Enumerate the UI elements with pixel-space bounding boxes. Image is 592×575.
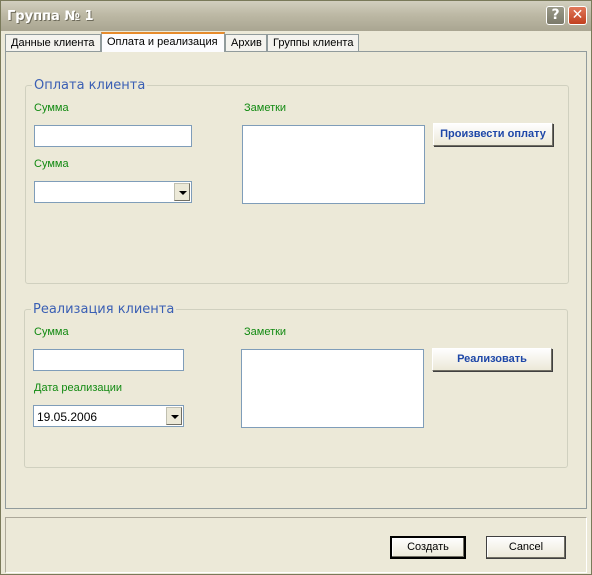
tab-panel-payment-realization: Оплата клиента Сумма Сумма Заметки Произ… [5,51,587,509]
payment-amount2-label: Сумма [34,158,69,170]
payment-amount2-dropdown[interactable] [34,181,192,203]
realization-date-label: Дата реализации [34,382,123,394]
payment-amount-label: Сумма [34,102,69,114]
close-button[interactable]: ✕ [568,6,587,25]
chevron-down-icon[interactable] [166,407,182,425]
payment-group-title: Оплата клиента [34,78,146,93]
realization-notes-label: Заметки [244,326,287,338]
tab-client-groups[interactable]: Группы клиента [267,34,359,51]
close-icon: ✕ [571,7,584,23]
realization-date-value: 19.05.2006 [37,410,98,424]
footer-panel: Создать Cancel [5,517,587,573]
payment-amount-input[interactable] [34,125,192,147]
help-button[interactable]: ? [546,6,565,25]
realization-amount-input[interactable] [33,349,184,371]
tab-client-data[interactable]: Данные клиента [5,34,101,51]
realization-amount-label: Сумма [34,326,69,338]
create-button[interactable]: Создать [390,536,466,559]
payment-notes-textarea[interactable] [242,125,425,204]
make-payment-button[interactable]: Произвести оплату [433,123,553,146]
tab-payment-realization[interactable]: Оплата и реализация [101,32,225,52]
window-title: Группа № 1 [7,9,94,24]
payment-notes-label: Заметки [244,102,287,114]
realization-date-picker[interactable]: 19.05.2006 [33,405,184,427]
tab-archive[interactable]: Архив [225,34,267,51]
question-mark-icon: ? [551,7,560,23]
realization-notes-textarea[interactable] [241,349,424,428]
realization-group-title: Реализация клиента [33,302,175,317]
chevron-down-icon[interactable] [174,183,190,201]
dialog-window: Группа № 1 ? ✕ Данные клиента Оплата и р… [0,0,592,575]
cancel-button[interactable]: Cancel [486,536,566,559]
realize-button[interactable]: Реализовать [432,348,552,371]
title-bar[interactable]: Группа № 1 ? ✕ [1,1,591,31]
